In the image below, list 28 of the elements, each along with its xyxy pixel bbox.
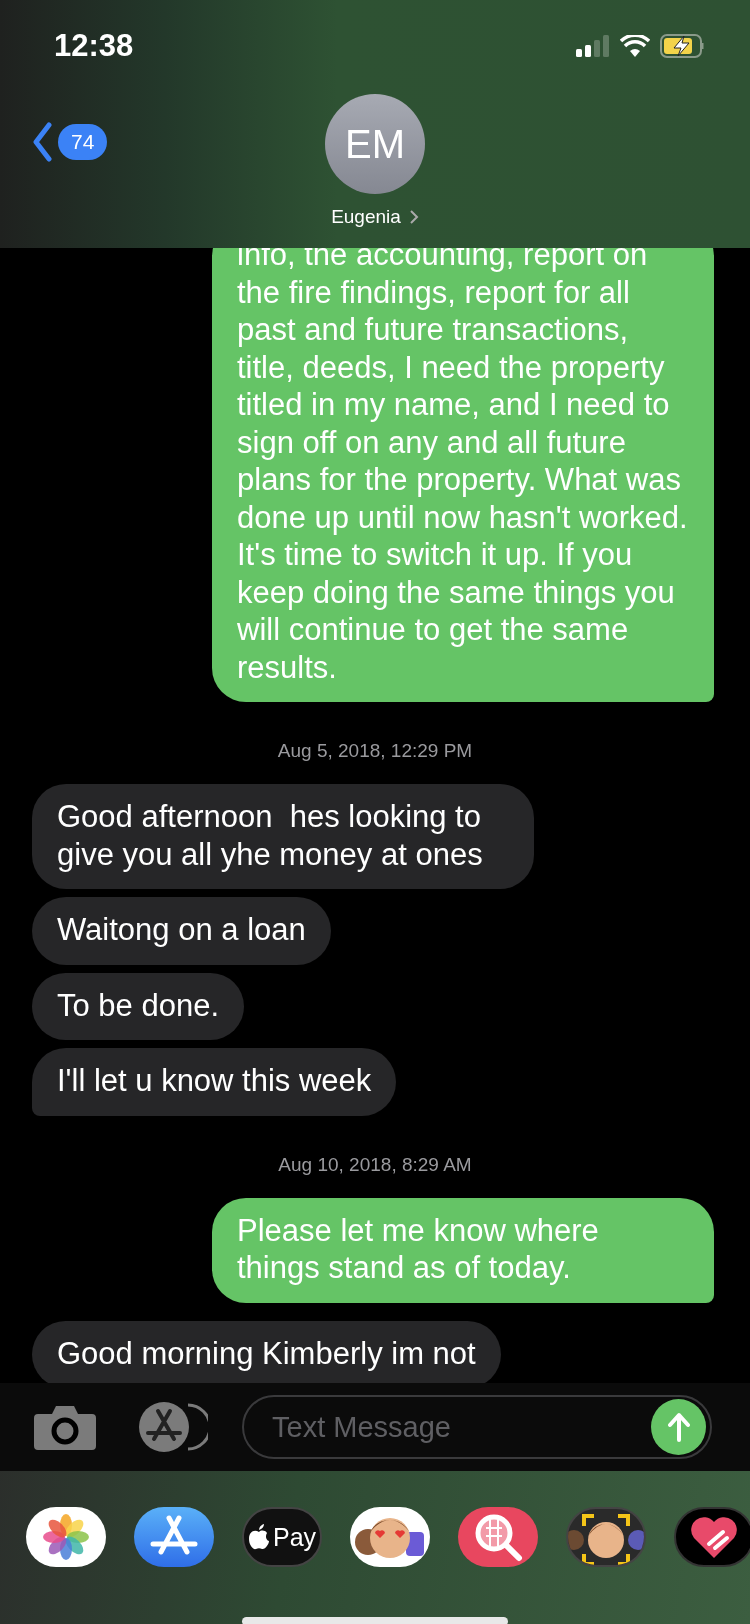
wifi-icon: [620, 35, 650, 57]
apple-pay-app-button[interactable]: Pay: [242, 1507, 322, 1567]
received-message: I'll let u know this week: [32, 1048, 397, 1116]
timestamp: Aug 10, 2018, 8:29 AM: [277, 1153, 473, 1176]
back-icon: [32, 122, 52, 162]
image-search-app-icon[interactable]: [458, 1507, 538, 1567]
timestamp: Aug 5, 2018, 12:29 PM: [276, 740, 474, 762]
received-message: Good afternoon hes looking to give you all yhe money at ones: [32, 784, 534, 889]
heart-app-icon[interactable]: [674, 1507, 750, 1567]
received-message: Waitong on a loan: [32, 897, 331, 965]
unread-count: 74: [58, 124, 108, 160]
photos-app-icon[interactable]: [26, 1507, 106, 1567]
message-field[interactable]: Text Message: [242, 1395, 712, 1459]
back-button[interactable]: 74: [32, 122, 108, 162]
avatar-app-icon[interactable]: [566, 1507, 646, 1567]
app-store-app-icon[interactable]: [134, 1507, 214, 1567]
signal-icon: [576, 35, 610, 57]
received-message: To be done.: [32, 972, 245, 1040]
apple-icon: [247, 1524, 270, 1550]
camera-icon[interactable]: [34, 1404, 96, 1450]
send-button[interactable]: [651, 1399, 706, 1455]
battery-icon: [660, 34, 706, 58]
arrow-up-icon: [667, 1412, 690, 1442]
app-store-icon[interactable]: [138, 1401, 208, 1453]
chevron-icon: [408, 209, 419, 225]
stickers-app-icon[interactable]: [350, 1507, 430, 1567]
sent-message: Please let me know where things stand as of today.: [212, 1197, 714, 1303]
status-time: 12:38: [54, 28, 134, 64]
